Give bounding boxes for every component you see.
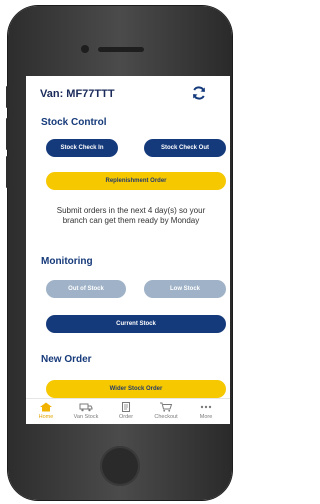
monitoring-title: Monitoring [41,256,93,267]
tab-checkout[interactable]: Checkout [146,399,186,424]
tab-home[interactable]: Home [26,399,66,424]
van-label: Van: MF77TTT [40,88,115,100]
mute-switch [6,86,9,108]
stock-check-in-button[interactable]: Stock Check In [46,139,118,157]
tab-home-label: Home [38,414,54,420]
refresh-icon[interactable] [191,85,207,101]
order-icon [122,402,130,412]
volume-down-button [6,156,9,188]
tab-order-label: Order [118,414,134,420]
home-button[interactable] [100,446,140,486]
tab-more-label: More [199,414,213,420]
app-header: Van: MF77TTT [26,76,230,112]
current-stock-button[interactable]: Current Stock [46,315,226,333]
stock-check-out-button[interactable]: Stock Check Out [144,139,226,157]
tab-van-stock[interactable]: Van Stock [66,399,106,424]
stock-control-title: Stock Control [41,117,107,128]
phone-frame: Van: MF77TTT Stock Control Stock Check I… [6,6,232,500]
cart-icon [160,402,173,412]
wider-stock-order-button[interactable]: Wider Stock Order [46,380,226,398]
front-camera [81,45,89,53]
order-deadline-info: Submit orders in the next 4 day(s) so yo… [56,206,206,225]
app-screen: Van: MF77TTT Stock Control Stock Check I… [26,76,230,424]
new-order-title: New Order [41,354,92,365]
volume-up-button [6,118,9,150]
low-stock-button[interactable]: Low Stock [144,280,226,298]
out-of-stock-button[interactable]: Out of Stock [46,280,126,298]
earpiece-speaker [98,47,144,52]
more-icon [200,405,212,409]
tab-more[interactable]: More [186,399,226,424]
van-icon [79,403,93,412]
tab-checkout-label: Checkout [154,414,178,420]
tab-van-stock-label: Van Stock [73,414,99,420]
home-icon [40,402,52,412]
tab-order[interactable]: Order [106,399,146,424]
replenishment-order-button[interactable]: Replenishment Order [46,172,226,190]
bottom-tab-bar: Home Van Stock Order Checkout More [26,398,230,424]
